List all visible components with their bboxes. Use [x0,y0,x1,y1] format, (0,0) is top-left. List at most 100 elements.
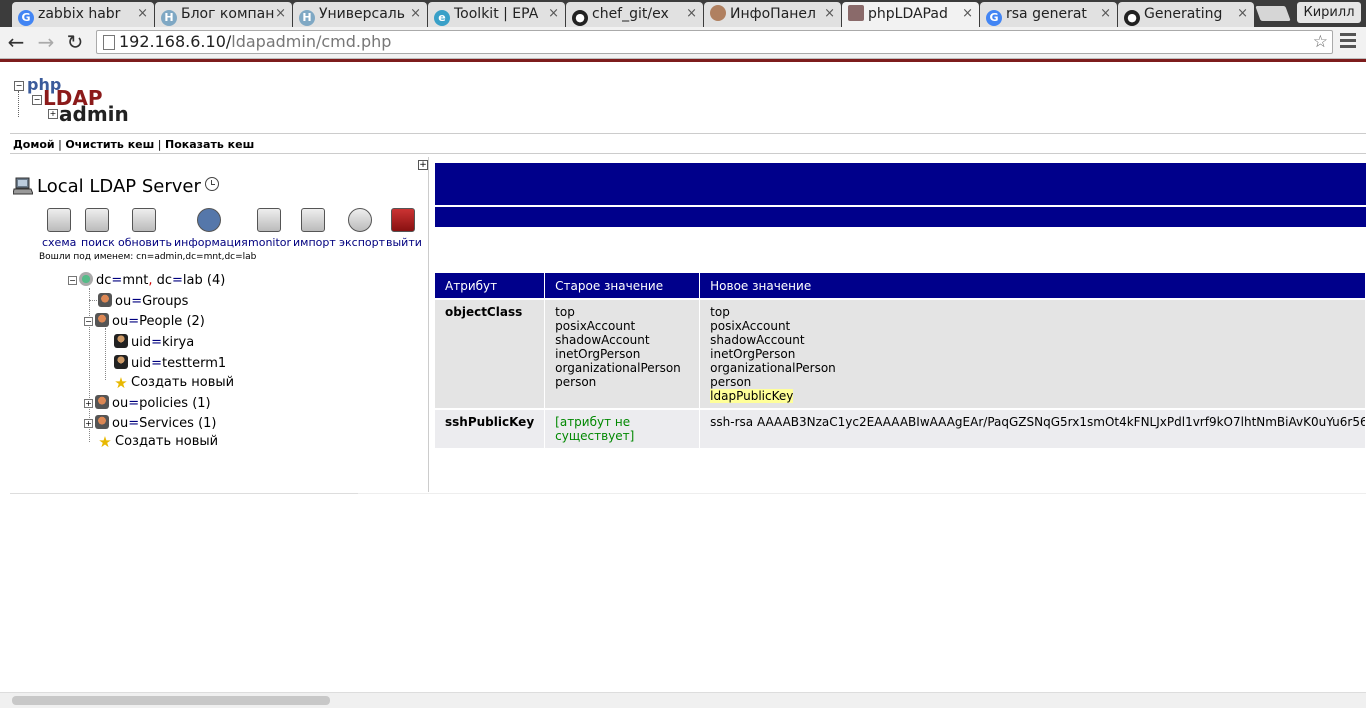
table-row: objectClass top posixAccount shadowAccou… [435,298,1366,409]
eq: = [171,273,183,288]
old-values: top posixAccount shadowAccount inetOrgPe… [544,298,701,409]
collapse-icon[interactable]: − [84,317,93,326]
scrollbar-thumb[interactable] [12,696,330,705]
info-button[interactable]: информация [174,208,248,249]
panel-divider [428,157,429,492]
close-icon[interactable]: × [548,2,559,26]
server-name[interactable]: Local LDAP Server [37,176,201,197]
back-icon[interactable]: ← [4,30,28,54]
reload-icon[interactable]: ↻ [63,30,87,54]
tree-create-new-people[interactable]: ★ Создать новый [114,374,235,392]
page-subheader-bar [435,207,1366,227]
close-icon[interactable]: × [137,2,148,26]
horizontal-scrollbar[interactable] [0,692,1366,708]
user-icon [114,334,128,348]
toolbar-accent-line [0,59,1366,62]
info-icon [197,208,221,232]
expand-icon[interactable]: + [84,399,93,408]
tree-item-kirya[interactable]: uid=kirya [114,334,194,350]
value-line: person [710,375,752,389]
close-icon[interactable]: × [1237,2,1248,26]
old-value: [атрибут не существует] [544,408,701,448]
forward-icon[interactable]: → [34,30,58,54]
clear-cache-link[interactable]: Очистить кеш [65,138,154,151]
tab-generating[interactable]: ● Generating × [1118,2,1254,27]
value: policies [139,396,189,411]
divider [10,133,1366,134]
refresh-button[interactable]: обновить [118,208,172,249]
panel-bottom-line [358,493,1366,494]
close-icon[interactable]: × [962,2,973,26]
export-icon [348,208,372,232]
schema-button[interactable]: схема [42,208,76,249]
value-line: top [555,305,575,319]
count: (2) [186,314,205,329]
tab-chef-git[interactable]: ● chef_git/ex × [566,2,703,27]
habr-icon: H [161,10,177,26]
create-new-label: Создать новый [131,375,235,390]
tree-create-new-root[interactable]: ★ Создать новый [98,434,218,450]
tab-zabbix-habr[interactable]: Gzabbix habr × [12,2,154,27]
action-label: выйти [386,236,422,249]
tab-title: Блог компан [181,6,275,22]
epam-icon: e [434,10,450,26]
org-unit-icon [98,293,112,307]
address-bar[interactable]: 192.168.6.10/ldapadmin/cmd.php ☆ [96,30,1333,54]
tree-item-testterm1[interactable]: uid=testterm1 [114,355,226,371]
logout-button[interactable]: выйти [386,208,422,249]
value: mnt [122,273,149,288]
home-link[interactable]: Домой [13,138,55,151]
new-tab-button[interactable] [1255,6,1291,21]
tab-infopanel[interactable]: ИнфоПанел × [704,2,841,27]
export-button[interactable]: экспорт [339,208,385,249]
show-cache-link[interactable]: Показать кеш [165,138,254,151]
refresh-icon [132,208,156,232]
expand-panel-icon[interactable]: + [418,160,428,170]
tab-rsa-generate[interactable]: Grsa generat × [980,2,1117,27]
tree-root-dc[interactable]: − dc=mnt, dc=lab (4) [68,272,225,288]
action-label: поиск [81,236,115,249]
tab-universal[interactable]: H Универсаль × [293,2,427,27]
eq: = [151,335,163,350]
close-icon[interactable]: × [1100,2,1111,26]
url-host: 192.168.6.10/ [119,32,232,51]
action-label: monitor [248,236,292,249]
collapse-icon[interactable]: − [68,276,77,285]
tab-blog[interactable]: H Блог компан × [155,2,292,27]
import-button[interactable]: импорт [293,208,336,249]
close-icon[interactable]: × [410,2,421,26]
close-icon[interactable]: × [275,2,286,26]
logo-admin: admin [59,102,129,126]
action-label: экспорт [339,236,386,249]
new-value: ssh-rsa AAAAB3NzaC1yc2EAAAABIwAAAgEAr/Pa… [699,408,1366,448]
page-icon [103,35,115,50]
github-icon: ● [1124,10,1140,26]
clock-icon [204,177,219,191]
server-title: Local LDAP Server [13,176,219,197]
value-line: inetOrgPerson [710,347,796,361]
value: testterm1 [162,356,227,371]
close-icon[interactable]: × [686,2,697,26]
expand-icon[interactable]: + [84,419,93,428]
page-header-bar [435,163,1366,205]
tree-item-services[interactable]: + ou=Services (1) [84,415,217,431]
bookmark-star-icon[interactable]: ☆ [1313,31,1328,53]
close-icon[interactable]: × [824,2,835,26]
attr: ou [112,396,129,411]
phpldapadmin-icon [848,5,864,21]
tree-item-groups[interactable]: ou=Groups [98,293,188,309]
search-button[interactable]: поиск [81,208,115,249]
browser-menu-icon[interactable] [1340,33,1356,51]
tab-phpldapadmin[interactable]: phpLDAPad × [842,2,979,27]
tree-item-policies[interactable]: + ou=policies (1) [84,395,211,411]
org-unit-icon [95,395,109,409]
action-label: схема [42,236,77,249]
tree-item-people[interactable]: − ou=People (2) [84,313,205,329]
separator: | [54,138,66,151]
star-icon: ★ [114,374,128,392]
tab-toolkit[interactable]: e Toolkit | EPA × [428,2,565,27]
profile-button[interactable]: Кирилл [1297,2,1361,23]
avatar-icon [710,5,726,21]
monitor-button[interactable]: monitor [248,208,292,249]
logged-in-as: Вошли под именем: cn=admin,dc=mnt,dc=lab [39,252,257,262]
